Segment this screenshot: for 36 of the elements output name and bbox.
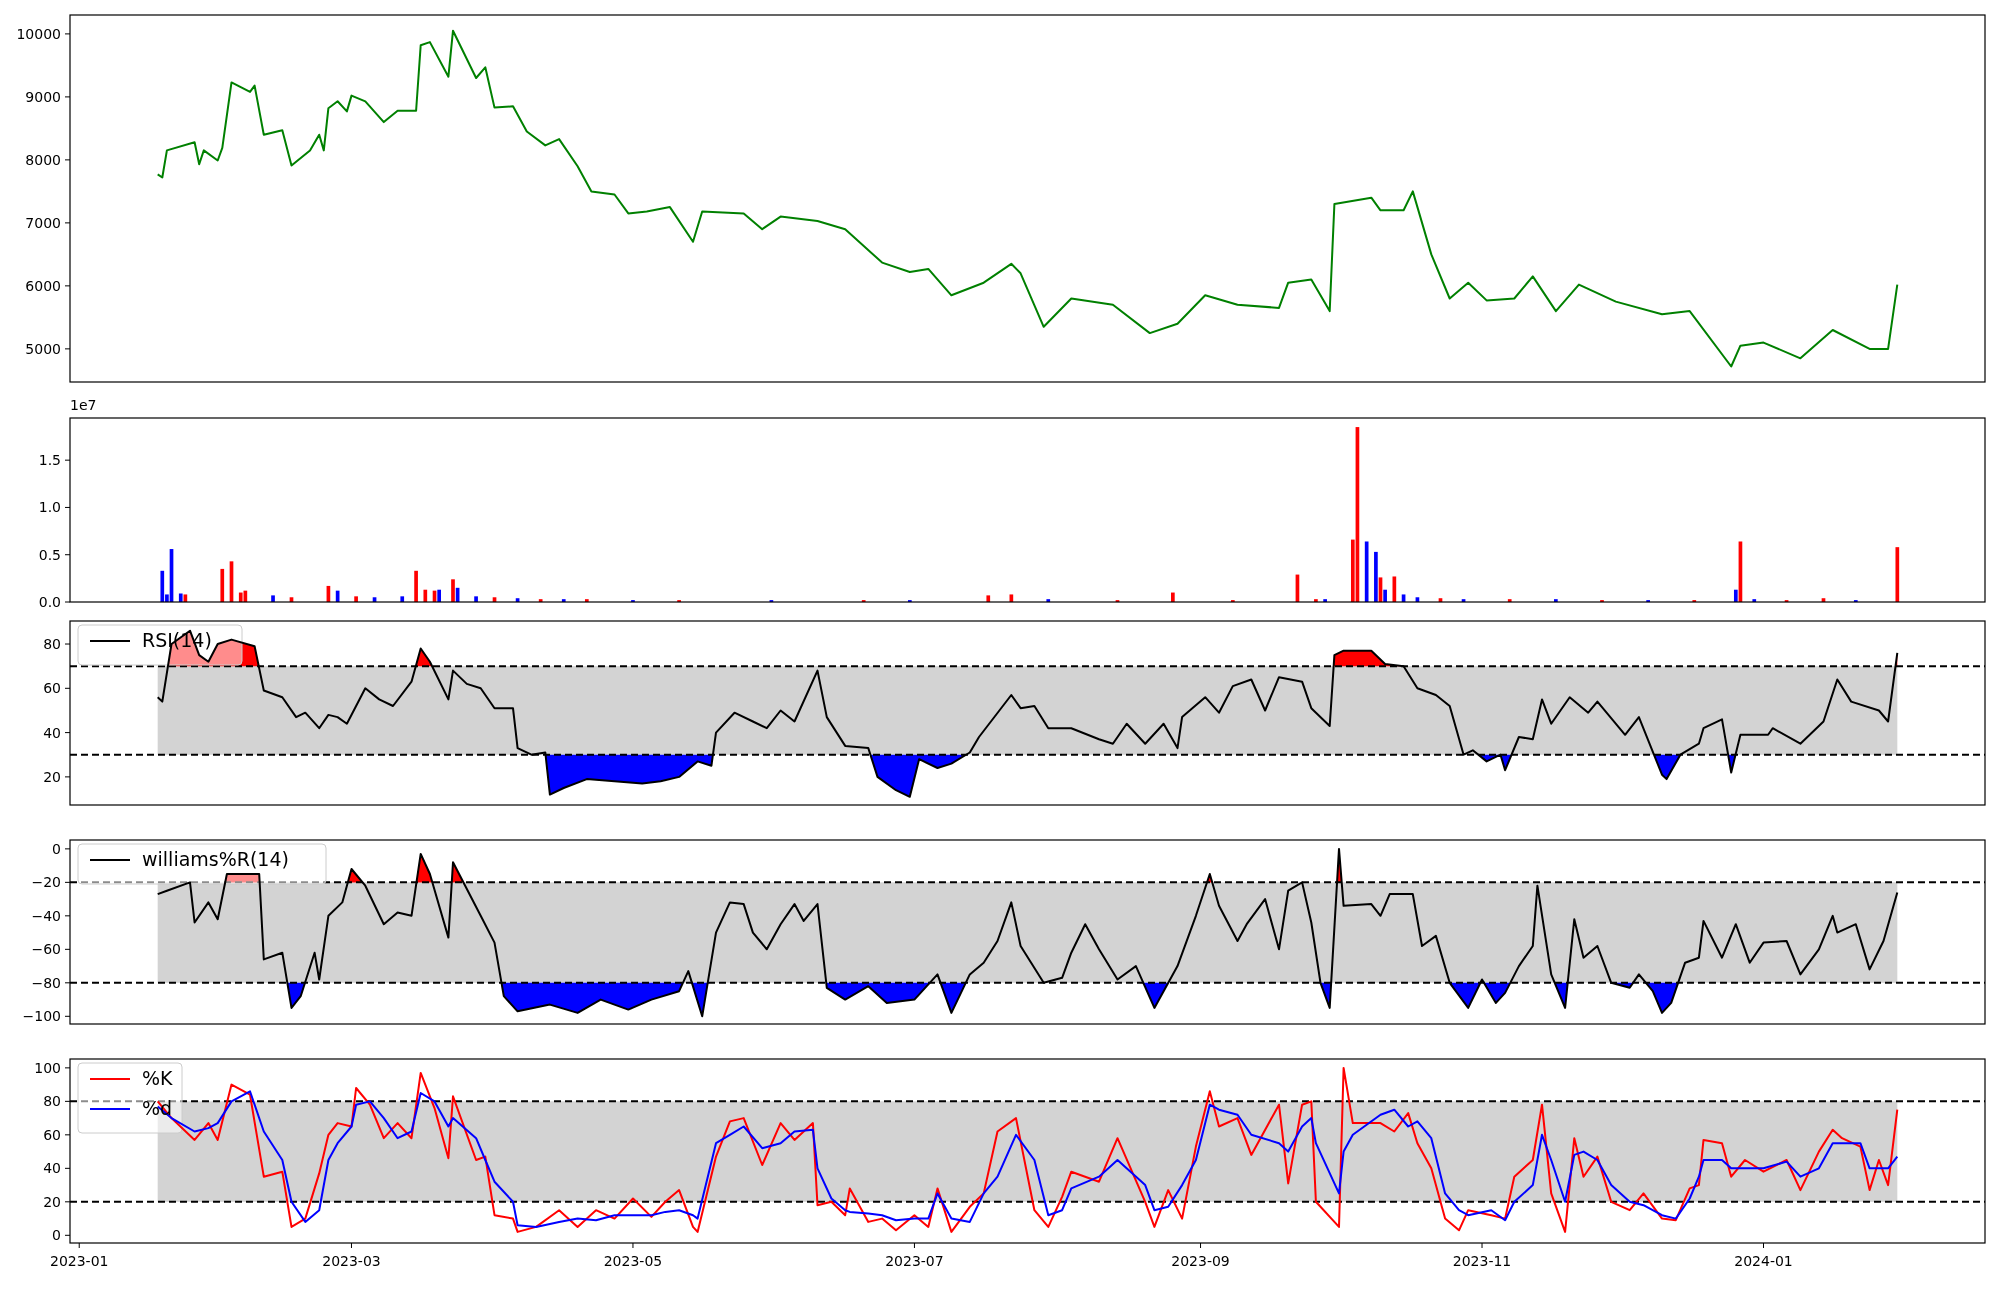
tick-label: 0.0	[38, 594, 61, 610]
tick-label: 40	[43, 1160, 61, 1177]
tick-label: 9000	[25, 88, 61, 105]
tick-label: −40	[31, 907, 61, 924]
tick-label: 0	[52, 1227, 61, 1244]
tick-label: 2023-07	[885, 1253, 944, 1269]
legend-label: williams%R(14)	[142, 848, 289, 870]
legend-label: %K	[142, 1067, 173, 1089]
axis-offset-label: 1e7	[70, 397, 97, 413]
tick-label: 1.5	[38, 452, 61, 469]
tick-label: 20	[43, 1193, 61, 1210]
tick-label: 2024-01	[1734, 1253, 1793, 1269]
tick-label: −100	[22, 1008, 61, 1025]
tick-label: −60	[31, 941, 61, 958]
tick-label: 5000	[25, 340, 61, 357]
tick-label: 80	[43, 1093, 61, 1110]
tick-label: 80	[43, 636, 61, 653]
tick-label: 2023-01	[50, 1253, 109, 1269]
tick-label: 100	[34, 1059, 61, 1076]
tick-label: 2023-09	[1171, 1253, 1230, 1269]
tick-label: 40	[43, 724, 61, 741]
tick-label: 2023-05	[603, 1253, 663, 1269]
tick-label: 2023-03	[322, 1253, 381, 1269]
tick-label: 7000	[25, 214, 61, 231]
tick-label: 60	[43, 1126, 61, 1143]
tick-label: 1.0	[38, 499, 61, 516]
tick-label: 0	[52, 840, 61, 857]
tick-label: 60	[43, 680, 61, 697]
tick-label: 0.5	[38, 546, 61, 563]
tick-label: −20	[31, 874, 61, 891]
tick-label: −80	[31, 974, 61, 991]
tick-label: 2023-11	[1452, 1253, 1512, 1269]
tick-label: 10000	[16, 25, 61, 42]
tick-label: 6000	[25, 277, 61, 294]
tick-label: 8000	[25, 151, 61, 168]
tick-label: 20	[43, 768, 61, 785]
